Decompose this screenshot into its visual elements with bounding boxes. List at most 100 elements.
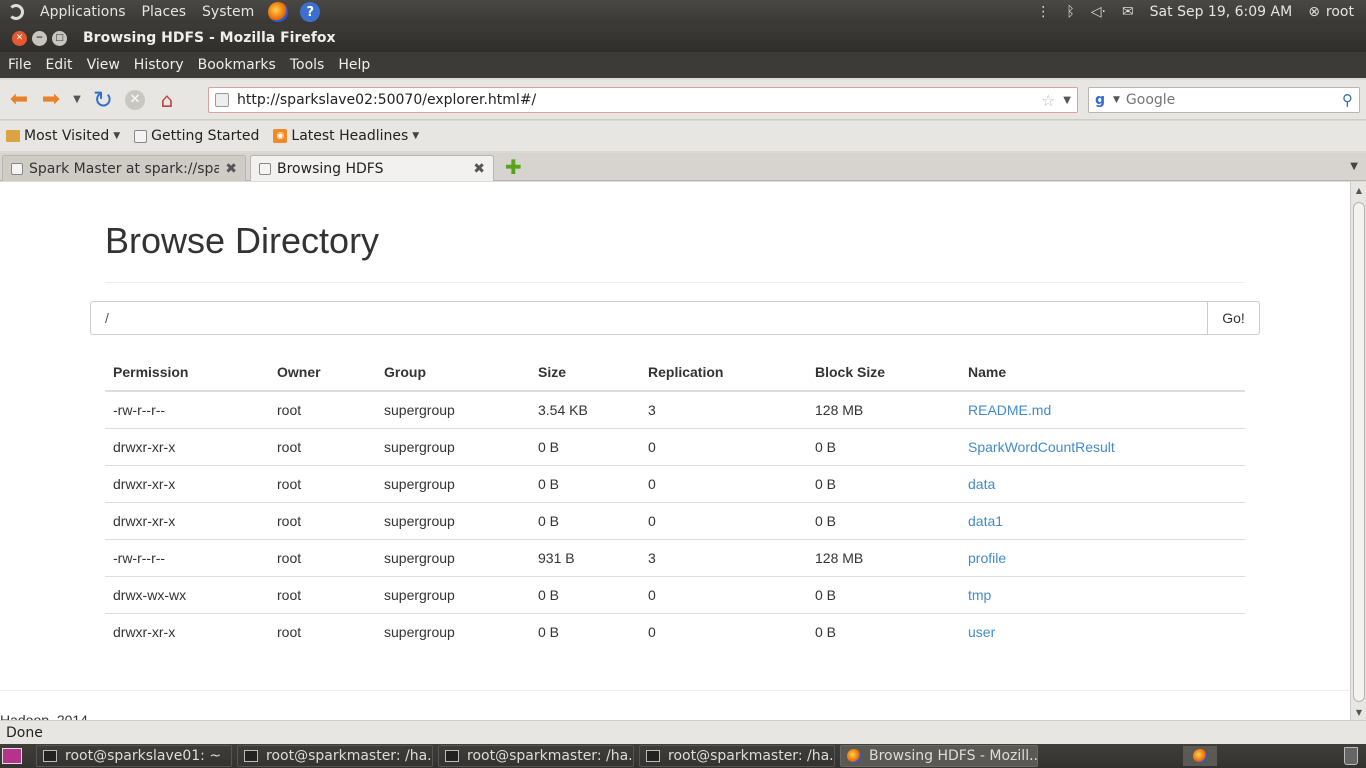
- search-bar[interactable]: g ▼ ⚲: [1088, 87, 1360, 113]
- panel-handle-icon: ⋮: [1036, 4, 1051, 20]
- table-row: drwxr-xr-x root supergroup 0 B 0 0 B use…: [105, 612, 1245, 650]
- bookmark-star-icon[interactable]: ☆: [1041, 91, 1055, 110]
- taskbar-item-firefox[interactable]: Browsing HDFS - Mozill...: [840, 745, 1038, 767]
- tab-close-icon[interactable]: ✖: [225, 161, 237, 177]
- show-desktop-icon[interactable]: [2, 748, 22, 764]
- bookmark-most-visited[interactable]: Most Visited ▼: [6, 128, 120, 144]
- workspace-switcher[interactable]: [1183, 746, 1217, 766]
- directory-link[interactable]: SparkWordCountResult: [968, 439, 1115, 455]
- column-header-owner[interactable]: Owner: [269, 354, 376, 392]
- search-engine-dropdown-icon[interactable]: ▼: [1113, 95, 1120, 105]
- places-menu[interactable]: Places: [140, 4, 189, 20]
- taskbar-item-terminal[interactable]: root@sparkmaster: /ha...: [438, 745, 634, 767]
- cell-owner: root: [269, 464, 376, 502]
- cell-block-size: 0 B: [807, 612, 960, 650]
- menu-history[interactable]: History: [132, 57, 186, 73]
- directory-link[interactable]: data1: [968, 513, 1003, 529]
- tab-spark-master[interactable]: Spark Master at spark://spa... ✖: [2, 155, 246, 181]
- menu-file[interactable]: File: [6, 57, 33, 73]
- firefox-icon: [1193, 749, 1207, 763]
- window-maximize-button[interactable]: □: [52, 30, 67, 46]
- go-button[interactable]: Go!: [1208, 301, 1260, 335]
- cell-owner: root: [269, 501, 376, 539]
- directory-link[interactable]: data: [968, 476, 995, 492]
- cell-name: data: [960, 464, 1245, 502]
- trash-icon[interactable]: [1344, 747, 1358, 765]
- file-link[interactable]: README.md: [968, 402, 1051, 418]
- navigation-toolbar: ⬅ ➡ ▼ ↻ ✕ ⌂ http://sparkslave02:50070/ex…: [0, 80, 1366, 120]
- scroll-down-arrow-icon[interactable]: ▼: [1351, 704, 1366, 720]
- page-title: Browse Directory: [105, 220, 380, 261]
- bottom-taskbar: root@sparkslave01: ~ root@sparkmaster: /…: [0, 744, 1366, 768]
- url-text[interactable]: http://sparkslave02:50070/explorer.html#…: [237, 92, 1041, 108]
- column-header-size[interactable]: Size: [530, 354, 640, 392]
- site-identity-icon[interactable]: [215, 93, 229, 107]
- forward-button-icon[interactable]: ➡: [38, 87, 64, 113]
- cell-size: 0 B: [530, 575, 640, 613]
- vertical-scrollbar[interactable]: ▲ ▼: [1350, 182, 1366, 720]
- bookmark-label: Most Visited: [24, 128, 110, 144]
- window-titlebar[interactable]: ✕ − □ Browsing HDFS - Mozilla Firefox: [0, 24, 1366, 52]
- cell-size: 0 B: [530, 464, 640, 502]
- cell-name: user: [960, 612, 1245, 650]
- directory-path-input[interactable]: /: [90, 301, 1208, 335]
- window-title: Browsing HDFS - Mozilla Firefox: [83, 30, 336, 46]
- new-tab-plus-icon[interactable]: ✚: [505, 157, 522, 177]
- window-minimize-button[interactable]: −: [32, 30, 47, 46]
- system-menu[interactable]: System: [200, 4, 256, 20]
- cell-group: supergroup: [376, 427, 530, 465]
- cell-size: 0 B: [530, 427, 640, 465]
- reload-button-icon[interactable]: ↻: [90, 86, 116, 114]
- taskbar-item-terminal[interactable]: root@sparkslave01: ~: [36, 745, 232, 767]
- column-header-replication[interactable]: Replication: [640, 354, 807, 392]
- tab-browsing-hdfs[interactable]: Browsing HDFS ✖: [250, 155, 494, 181]
- back-button-icon[interactable]: ⬅: [6, 87, 32, 113]
- volume-icon[interactable]: ◁·: [1091, 4, 1106, 20]
- home-button-icon[interactable]: ⌂: [154, 87, 180, 113]
- cell-replication: 3: [648, 401, 656, 418]
- applications-menu[interactable]: Applications: [38, 4, 128, 20]
- menu-tools[interactable]: Tools: [288, 57, 327, 73]
- mail-icon[interactable]: ✉: [1122, 4, 1134, 20]
- menu-bookmarks[interactable]: Bookmarks: [196, 57, 278, 73]
- google-search-engine-icon[interactable]: g: [1095, 92, 1111, 108]
- tab-close-icon[interactable]: ✖: [473, 161, 485, 177]
- menu-edit[interactable]: Edit: [43, 57, 74, 73]
- chevron-down-icon: ▼: [412, 131, 420, 141]
- cell-permission: -rw-r--r--: [105, 538, 269, 576]
- url-dropdown-icon[interactable]: ▼: [1063, 95, 1071, 106]
- column-header-name[interactable]: Name: [960, 354, 1245, 392]
- help-launcher-icon[interactable]: ?: [300, 2, 321, 22]
- ubuntu-logo-icon[interactable]: [8, 4, 24, 20]
- directory-link[interactable]: user: [968, 624, 995, 640]
- column-header-permission[interactable]: Permission: [105, 354, 269, 392]
- page-content: Browse Directory / Go! Permission Owner …: [0, 182, 1350, 720]
- directory-link[interactable]: tmp: [968, 587, 991, 603]
- scrollbar-thumb[interactable]: [1353, 202, 1365, 702]
- column-header-block-size[interactable]: Block Size: [807, 354, 960, 392]
- cell-owner: root: [269, 538, 376, 576]
- page-footer: Hadoop, 2014.: [0, 712, 92, 720]
- search-magnifier-icon[interactable]: ⚲: [1342, 91, 1353, 109]
- taskbar-item-terminal[interactable]: root@sparkmaster: /ha...: [237, 745, 433, 767]
- menu-help[interactable]: Help: [336, 57, 372, 73]
- search-input[interactable]: [1125, 92, 1342, 108]
- window-close-button[interactable]: ✕: [12, 30, 27, 46]
- cell-replication: 0: [640, 612, 807, 650]
- firefox-launcher-icon[interactable]: [268, 2, 289, 22]
- taskbar-item-terminal[interactable]: root@sparkmaster: /ha...: [639, 745, 835, 767]
- scroll-up-arrow-icon[interactable]: ▲: [1351, 182, 1366, 198]
- url-bar[interactable]: http://sparkslave02:50070/explorer.html#…: [208, 87, 1078, 113]
- stop-button[interactable]: ✕: [122, 87, 148, 113]
- bookmark-getting-started[interactable]: Getting Started: [134, 128, 259, 144]
- cell-group: supergroup: [376, 501, 530, 539]
- user-menu[interactable]: ⊗ root: [1308, 4, 1354, 20]
- panel-clock[interactable]: Sat Sep 19, 6:09 AM: [1150, 4, 1293, 20]
- bluetooth-icon[interactable]: ᛒ: [1066, 4, 1074, 20]
- tab-list-dropdown-icon[interactable]: ▼: [1350, 161, 1358, 172]
- column-header-group[interactable]: Group: [376, 354, 530, 392]
- history-dropdown-icon[interactable]: ▼: [70, 87, 84, 113]
- bookmark-latest-headlines[interactable]: ◉ Latest Headlines ▼: [273, 128, 419, 144]
- file-link[interactable]: profile: [968, 550, 1006, 566]
- menu-view[interactable]: View: [85, 57, 122, 73]
